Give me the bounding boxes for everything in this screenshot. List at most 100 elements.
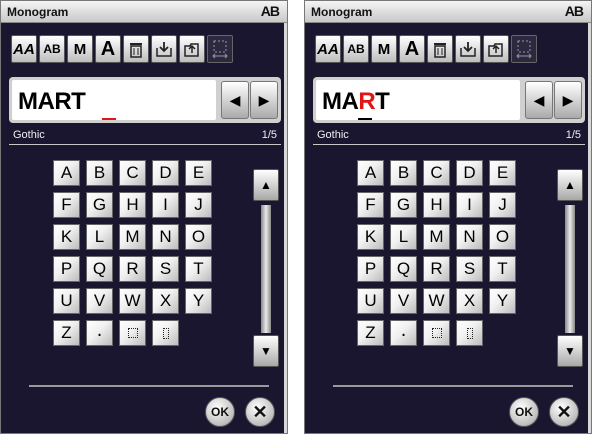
text-cursor — [102, 118, 116, 120]
layout-button[interactable] — [207, 35, 233, 63]
spacing-button[interactable]: M — [371, 35, 397, 63]
key-w[interactable]: W — [119, 288, 146, 314]
key-a[interactable]: A — [53, 160, 80, 186]
multi-color-button[interactable]: AB — [343, 35, 369, 63]
cursor-right-button[interactable]: ▶ — [554, 81, 582, 119]
text-field[interactable]: MART — [12, 80, 216, 120]
key-i[interactable]: I — [152, 192, 179, 218]
key-m[interactable]: M — [119, 224, 146, 250]
key-b[interactable]: B — [86, 160, 113, 186]
key-q[interactable]: Q — [390, 256, 417, 282]
key-e[interactable]: E — [489, 160, 516, 186]
multi-color-icon: AB — [347, 42, 365, 56]
key-x[interactable]: X — [456, 288, 483, 314]
scroll-down-button[interactable]: ▼ — [557, 335, 583, 367]
text-field[interactable]: MART — [316, 80, 520, 120]
key-v[interactable]: V — [390, 288, 417, 314]
cursor-left-button[interactable]: ◀ — [221, 81, 249, 119]
key-period[interactable]: . — [390, 320, 417, 346]
delete-button[interactable] — [123, 35, 149, 63]
key-v[interactable]: V — [86, 288, 113, 314]
monogram-screen-1: Monogram AB AA AB M A MART ◀ ▶ Gothic 1/… — [0, 0, 288, 434]
key-r[interactable]: R — [423, 256, 450, 282]
key-e[interactable]: E — [185, 160, 212, 186]
font-size-button[interactable]: AA — [315, 35, 341, 63]
cancel-button[interactable]: ✕ — [549, 397, 579, 427]
key-label: H — [126, 195, 139, 214]
scrollbar[interactable]: ▲ ▼ — [557, 169, 583, 367]
save-button[interactable] — [455, 35, 481, 63]
key-t[interactable]: T — [489, 256, 516, 282]
multi-color-button[interactable]: AB — [39, 35, 65, 63]
delete-icon — [434, 43, 446, 58]
key-u[interactable]: U — [53, 288, 80, 314]
key-b[interactable]: B — [390, 160, 417, 186]
scroll-up-button[interactable]: ▲ — [557, 169, 583, 201]
key-t[interactable]: T — [185, 256, 212, 282]
cursor-left-button[interactable]: ◀ — [525, 81, 553, 119]
layout-button[interactable] — [511, 35, 537, 63]
letter-size-button[interactable]: A — [95, 35, 121, 63]
key-n[interactable]: N — [152, 224, 179, 250]
scrollbar[interactable]: ▲ ▼ — [253, 169, 279, 367]
key-c[interactable]: C — [423, 160, 450, 186]
key-label: K — [364, 227, 377, 246]
spacing-button[interactable]: M — [67, 35, 93, 63]
cancel-button[interactable]: ✕ — [245, 397, 275, 427]
key-space[interactable] — [423, 320, 450, 346]
key-label: L — [398, 227, 409, 246]
key-h[interactable]: H — [423, 192, 450, 218]
key-label: C — [126, 163, 139, 182]
open-button[interactable] — [483, 35, 509, 63]
font-size-button[interactable]: AA — [11, 35, 37, 63]
key-m[interactable]: M — [423, 224, 450, 250]
key-i[interactable]: I — [456, 192, 483, 218]
key-o[interactable]: O — [489, 224, 516, 250]
key-z[interactable]: Z — [53, 320, 80, 346]
ok-button[interactable]: OK — [509, 397, 539, 427]
cursor-right-button[interactable]: ▶ — [250, 81, 278, 119]
key-y[interactable]: Y — [185, 288, 212, 314]
ok-button[interactable]: OK — [205, 397, 235, 427]
key-g[interactable]: G — [86, 192, 113, 218]
open-button[interactable] — [179, 35, 205, 63]
key-n[interactable]: N — [456, 224, 483, 250]
key-u[interactable]: U — [357, 288, 384, 314]
key-p[interactable]: P — [357, 256, 384, 282]
delete-button[interactable] — [427, 35, 453, 63]
letter-size-button[interactable]: A — [399, 35, 425, 63]
key-z[interactable]: Z — [357, 320, 384, 346]
key-narrow-space[interactable] — [456, 320, 483, 346]
key-narrow-space[interactable] — [152, 320, 179, 346]
key-k[interactable]: K — [53, 224, 80, 250]
key-l[interactable]: L — [86, 224, 113, 250]
key-a[interactable]: A — [357, 160, 384, 186]
key-f[interactable]: F — [53, 192, 80, 218]
key-r[interactable]: R — [119, 256, 146, 282]
key-p[interactable]: P — [53, 256, 80, 282]
key-w[interactable]: W — [423, 288, 450, 314]
key-j[interactable]: J — [489, 192, 516, 218]
key-g[interactable]: G — [390, 192, 417, 218]
key-f[interactable]: F — [357, 192, 384, 218]
page-indicator: 1/5 — [261, 129, 277, 141]
key-c[interactable]: C — [119, 160, 146, 186]
key-h[interactable]: H — [119, 192, 146, 218]
key-s[interactable]: S — [152, 256, 179, 282]
key-space[interactable] — [119, 320, 146, 346]
key-x[interactable]: X — [152, 288, 179, 314]
scroll-down-button[interactable]: ▼ — [253, 335, 279, 367]
key-label: Y — [192, 291, 205, 310]
key-j[interactable]: J — [185, 192, 212, 218]
key-d[interactable]: D — [456, 160, 483, 186]
key-l[interactable]: L — [390, 224, 417, 250]
key-y[interactable]: Y — [489, 288, 516, 314]
key-k[interactable]: K — [357, 224, 384, 250]
key-period[interactable]: . — [86, 320, 113, 346]
key-d[interactable]: D — [152, 160, 179, 186]
key-s[interactable]: S — [456, 256, 483, 282]
key-q[interactable]: Q — [86, 256, 113, 282]
save-button[interactable] — [151, 35, 177, 63]
scroll-up-button[interactable]: ▲ — [253, 169, 279, 201]
key-o[interactable]: O — [185, 224, 212, 250]
